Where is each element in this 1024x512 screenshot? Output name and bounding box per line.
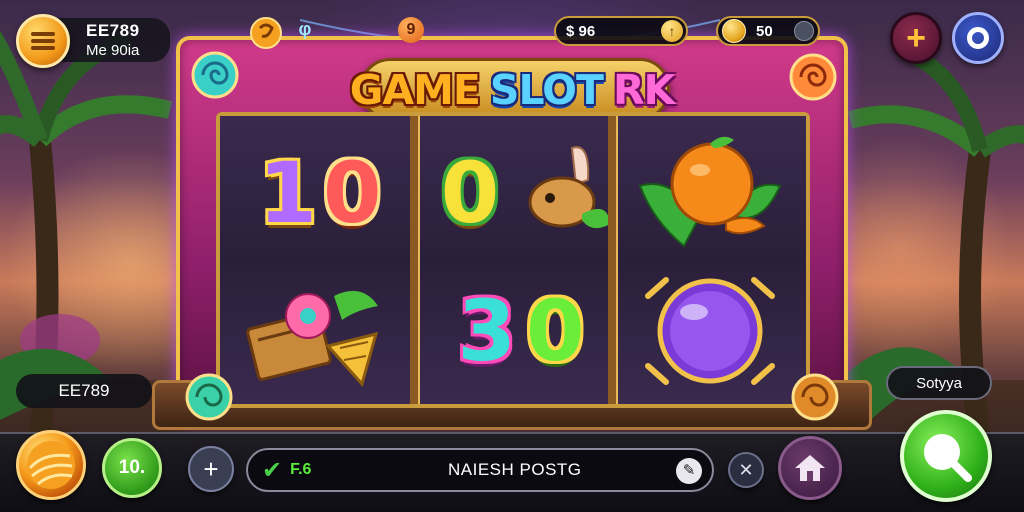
reels-window: 1 0 0 3 0: [216, 112, 810, 408]
swirl-candy-decor-left: [191, 51, 239, 99]
player-panel[interactable]: EE789 Me 90ia: [56, 18, 170, 62]
add-cash-button[interactable]: ↑: [661, 20, 683, 42]
add-coins-button[interactable]: [794, 21, 814, 41]
gem-small-icon: φ: [298, 19, 312, 39]
gem-badge: 9: [398, 17, 424, 43]
title-word-slot: SLOT: [489, 66, 604, 114]
ring-icon: [967, 27, 989, 49]
check-icon: ✔: [262, 456, 283, 484]
crate-flower-cone-symbol: [246, 290, 379, 388]
plus-icon: +: [906, 19, 926, 57]
close-button[interactable]: ✕: [728, 452, 764, 488]
swirl-candy-decor-bottom-left: [185, 373, 233, 421]
pencil-icon[interactable]: ✎: [676, 458, 702, 484]
win-info-bar: ✔ F.6 NAIESH POSTG ✎: [246, 448, 714, 492]
purple-orb-symbol: [645, 277, 775, 385]
swirl-candy-decor-right: [789, 53, 837, 101]
plus-icon: +: [203, 453, 219, 484]
add-bet-button[interactable]: +: [188, 446, 234, 492]
search-icon: [924, 434, 972, 482]
add-button[interactable]: +: [890, 12, 942, 64]
bonus-orb-button[interactable]: [16, 430, 86, 500]
coin-value: 50: [756, 22, 773, 40]
spin-button[interactable]: [900, 410, 992, 502]
reel-2-top-symbol: 0: [440, 144, 500, 242]
profile-button[interactable]: [952, 12, 1004, 64]
bunny-creature-symbol: [528, 146, 610, 229]
cash-value: $ 96: [566, 22, 596, 40]
fire-orb-icon: [27, 441, 75, 489]
player-name: EE789: [86, 21, 140, 40]
reel-1: 1 0: [220, 116, 410, 404]
menu-button[interactable]: [16, 14, 70, 68]
player-subtitle: Me 90ia: [86, 42, 140, 59]
win-value: F.6: [290, 461, 312, 478]
title-word-rk: RK: [612, 66, 675, 114]
title-word-game: GAME: [349, 66, 481, 114]
bet-button[interactable]: 10.: [102, 438, 162, 498]
home-button[interactable]: [778, 436, 842, 500]
orange-fruit-symbol: [638, 136, 782, 248]
reel-3: [608, 116, 806, 404]
game-title: GAME SLOT RK: [336, 54, 688, 126]
home-icon: [795, 455, 825, 481]
reel-2: 0 3 0: [410, 116, 610, 404]
hamburger-icon: [31, 32, 55, 50]
close-icon: ✕: [738, 459, 754, 480]
coin-icon: [722, 19, 746, 43]
status-message: NAIESH POSTG: [448, 460, 582, 479]
swirl-candy-decor-bottom-right: [791, 373, 839, 421]
reel-1-top-symbol: 1 0: [258, 144, 382, 242]
heart-gem-icon: [250, 17, 282, 49]
reel-2-bottom-symbol: 3 0: [457, 282, 585, 380]
right-label: Sotyya: [886, 366, 992, 400]
coin-display: 50: [716, 16, 820, 46]
cash-display: $ 96 ↑: [554, 16, 688, 46]
left-player-label: EE789: [16, 374, 152, 408]
